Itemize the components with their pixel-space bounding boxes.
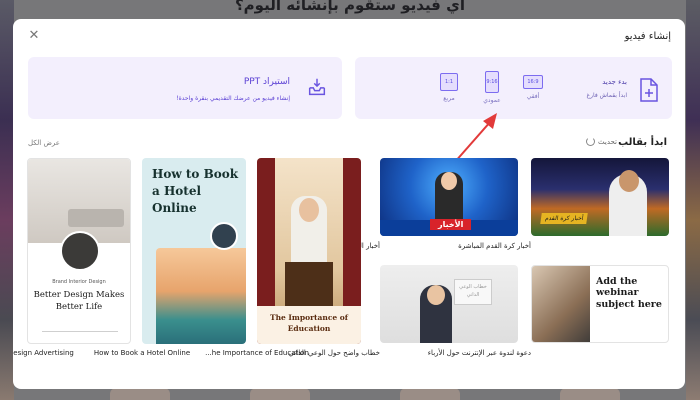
thumbnail-brand-text: Brand Interior Design <box>52 279 106 285</box>
template-thumbnail: The Importance of Education <box>257 158 361 344</box>
modal-title: إنشاء فيديو <box>624 31 671 42</box>
landscape-ratio-icon: 16:9 <box>523 75 543 89</box>
portrait-ratio-icon: 9:16 <box>485 71 499 93</box>
view-all-link[interactable]: عرض الكل <box>28 139 60 147</box>
new-video-card[interactable]: بدء جديد ابدأ بقماش فارغ 16:9 أفقي 9:16 … <box>355 57 672 119</box>
background-thumbnail <box>560 388 620 400</box>
template-thumbnail: خطاب الوعي الذاتي <box>380 265 518 343</box>
import-ppt-title: استيراد PPT <box>243 77 290 87</box>
template-thumbnail: الأخبار <box>380 158 518 236</box>
template-caption: How to Book a Hotel Online <box>93 349 191 357</box>
template-caption: ...he Importance of Education <box>205 349 309 357</box>
ratio-portrait-option[interactable]: 9:16 عمودي <box>474 71 510 104</box>
template-caption: دعوة لندوة عبر الإنترنت حول الأرباء <box>427 349 531 357</box>
background-left-strip <box>0 0 14 400</box>
template-thumbnail: Add the webinar subject here <box>531 265 669 343</box>
background-thumbnail <box>250 388 310 400</box>
template-thumbnail: Brand Interior Design Better Design Make… <box>27 158 131 344</box>
avatar <box>210 222 238 250</box>
refresh-icon <box>586 137 596 146</box>
import-ppt-card[interactable]: استيراد PPT إنشاء فيديو من عرضك التقديمي… <box>28 57 342 119</box>
ratio-label: أفقي <box>526 93 540 100</box>
background-thumbnail <box>110 388 170 400</box>
ratio-label: مربع <box>443 95 455 102</box>
create-video-modal: إنشاء فيديو ✕ استيراد PPT إنشاء فيديو من… <box>13 19 685 389</box>
add-document-icon <box>640 78 658 102</box>
new-video-description: ابدأ بقماش فارغ <box>586 92 627 99</box>
thumbnail-overlay-text: How to Book a Hotel Online <box>152 167 239 215</box>
thumbnail-overlay-text: Add the webinar subject here <box>596 276 662 310</box>
template-thumbnail: How to Book a Hotel Online <box>142 158 246 344</box>
template-caption: Interior Design Advertising <box>13 349 74 357</box>
ratio-label: عمودي <box>483 97 501 104</box>
thumbnail-overlay-text: Better Design Makes Better Life <box>33 290 125 312</box>
background-heading: أي فيديو ستقوم بإنشائه اليوم؟ <box>234 0 465 14</box>
background-thumbnail <box>400 388 460 400</box>
thumbnail-overlay-text: أخبار كرة القدم <box>540 213 589 224</box>
new-video-title: بدء جديد <box>602 78 627 86</box>
template-thumbnail: أخبار كرة القدم <box>531 158 669 236</box>
avatar <box>60 231 100 271</box>
thumbnail-overlay-text: The Importance of Education <box>257 306 361 344</box>
inbox-download-icon <box>308 78 326 96</box>
close-icon[interactable]: ✕ <box>27 29 41 43</box>
thumbnail-overlay-text: خطاب الوعي الذاتي <box>454 279 492 305</box>
import-ppt-description: إنشاء فيديو من عرضك التقديمي بنقرة واحدة… <box>176 95 290 102</box>
ratio-landscape-option[interactable]: 16:9 أفقي <box>515 71 551 100</box>
square-ratio-icon: 1:1 <box>440 73 458 91</box>
refresh-label: تحديث <box>598 137 617 146</box>
templates-section-title: ابدأ بقالب <box>618 137 667 148</box>
background-right-strip <box>686 0 700 400</box>
template-caption: أخبار كرة القدم المباشرة <box>458 242 531 250</box>
refresh-button[interactable]: تحديث <box>586 137 617 146</box>
thumbnail-overlay-text: الأخبار <box>430 219 472 230</box>
ratio-square-option[interactable]: 1:1 مربع <box>431 71 467 102</box>
